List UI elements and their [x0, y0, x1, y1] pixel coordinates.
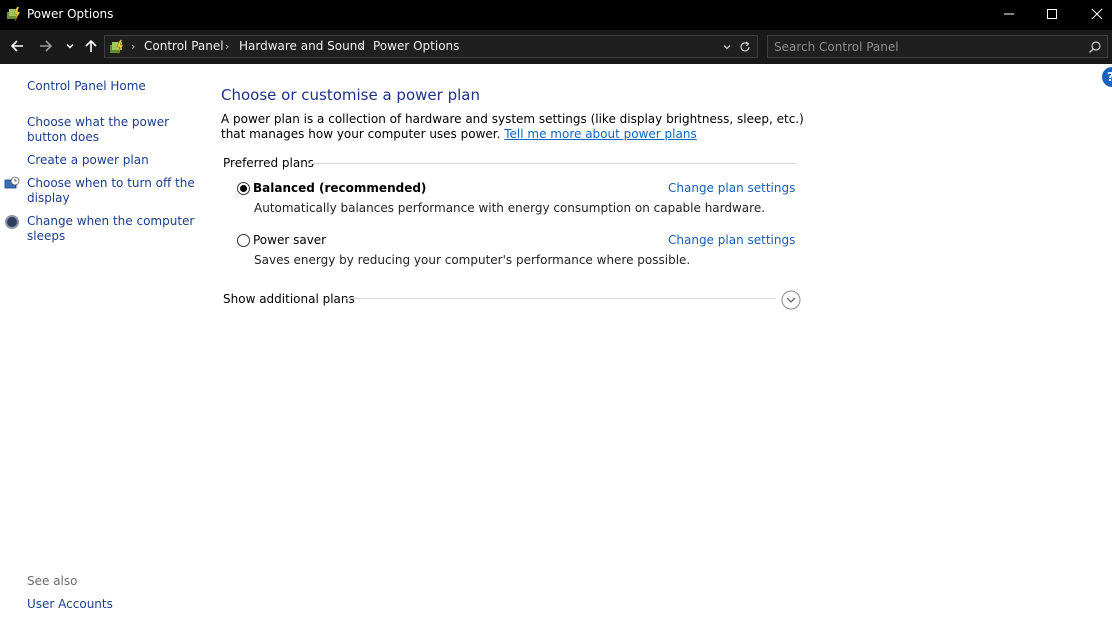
user-accounts-link[interactable]: User Accounts	[27, 597, 113, 612]
balanced-plan-description: Automatically balances performance with …	[254, 201, 766, 215]
arrow-up-icon	[83, 38, 99, 57]
create-power-plan-link[interactable]: Create a power plan	[27, 153, 149, 168]
refresh-button[interactable]	[737, 39, 753, 55]
chevron-down-circle-icon	[781, 290, 801, 310]
section-divider	[346, 298, 776, 299]
search-box[interactable]	[767, 35, 1108, 58]
power-plans-help-link[interactable]: Tell me more about power plans	[504, 127, 696, 141]
forward-button[interactable]	[36, 36, 56, 58]
search-input[interactable]	[774, 38, 1074, 55]
power-button-settings-link[interactable]: Choose what the power button does	[27, 115, 199, 145]
breadcrumb-separator: ›	[225, 40, 230, 53]
breadcrumb-control-panel[interactable]: Control Panel	[144, 39, 224, 53]
title-bar: Power Options	[0, 0, 1112, 30]
breadcrumb-power-options[interactable]: Power Options	[373, 39, 459, 53]
power-saver-change-plan-settings-link[interactable]: Change plan settings	[668, 233, 795, 247]
close-icon	[1091, 8, 1103, 23]
sleep-moon-icon	[4, 214, 20, 230]
minimize-button[interactable]	[986, 0, 1032, 30]
task-pane: Control Panel Home Choose what the power…	[0, 64, 205, 619]
power-saver-plan-radio[interactable]	[237, 234, 250, 247]
refresh-icon	[740, 41, 750, 52]
preferred-plans-heading: Preferred plans	[223, 156, 315, 170]
intro-paragraph: A power plan is a collection of hardware…	[221, 112, 811, 142]
back-button[interactable]	[7, 36, 27, 58]
page-title: Choose or customise a power plan	[221, 86, 480, 104]
close-button[interactable]	[1074, 0, 1112, 30]
minimize-icon	[1003, 8, 1015, 23]
show-additional-plans-label[interactable]: Show additional plans	[223, 292, 355, 306]
display-schedule-icon	[4, 176, 20, 192]
expand-additional-plans-button[interactable]	[781, 290, 801, 310]
turn-off-display-link[interactable]: Choose when to turn off the display	[27, 176, 197, 206]
breadcrumb-hardware-and-sound[interactable]: Hardware and Sound	[239, 39, 365, 53]
balanced-change-plan-settings-link[interactable]: Change plan settings	[668, 181, 795, 195]
chevron-down-icon	[65, 40, 75, 54]
power-options-app-icon	[6, 6, 22, 22]
main-content: Choose or customise a power plan A power…	[221, 64, 1101, 619]
address-bar[interactable]: › Control Panel › Hardware and Sound › P…	[104, 35, 758, 58]
section-divider	[307, 163, 796, 164]
recent-locations-button[interactable]	[63, 36, 77, 58]
breadcrumb-separator: ›	[359, 40, 364, 53]
arrow-left-icon	[9, 38, 25, 57]
address-history-dropdown[interactable]	[719, 39, 735, 55]
see-also-heading: See also	[27, 574, 78, 588]
power-saver-plan-description: Saves energy by reducing your computer's…	[254, 253, 691, 267]
control-panel-location-icon	[108, 38, 126, 56]
navigation-bar: › Control Panel › Hardware and Sound › P…	[0, 30, 1112, 64]
help-button[interactable]: ?	[1102, 67, 1112, 87]
chevron-down-icon	[723, 45, 731, 50]
control-panel-home-link[interactable]: Control Panel Home	[27, 79, 146, 94]
balanced-plan-radio[interactable]	[237, 182, 250, 195]
maximize-button[interactable]	[1029, 0, 1075, 30]
power-saver-plan-name[interactable]: Power saver	[253, 233, 326, 247]
search-icon[interactable]	[1088, 40, 1102, 54]
up-button[interactable]	[81, 36, 101, 58]
computer-sleeps-link[interactable]: Change when the computer sleeps	[27, 214, 197, 244]
breadcrumb-separator: ›	[131, 40, 136, 53]
balanced-plan-name[interactable]: Balanced (recommended)	[253, 181, 426, 195]
arrow-right-icon	[38, 38, 54, 57]
maximize-icon	[1046, 8, 1058, 23]
window-title: Power Options	[27, 7, 114, 21]
